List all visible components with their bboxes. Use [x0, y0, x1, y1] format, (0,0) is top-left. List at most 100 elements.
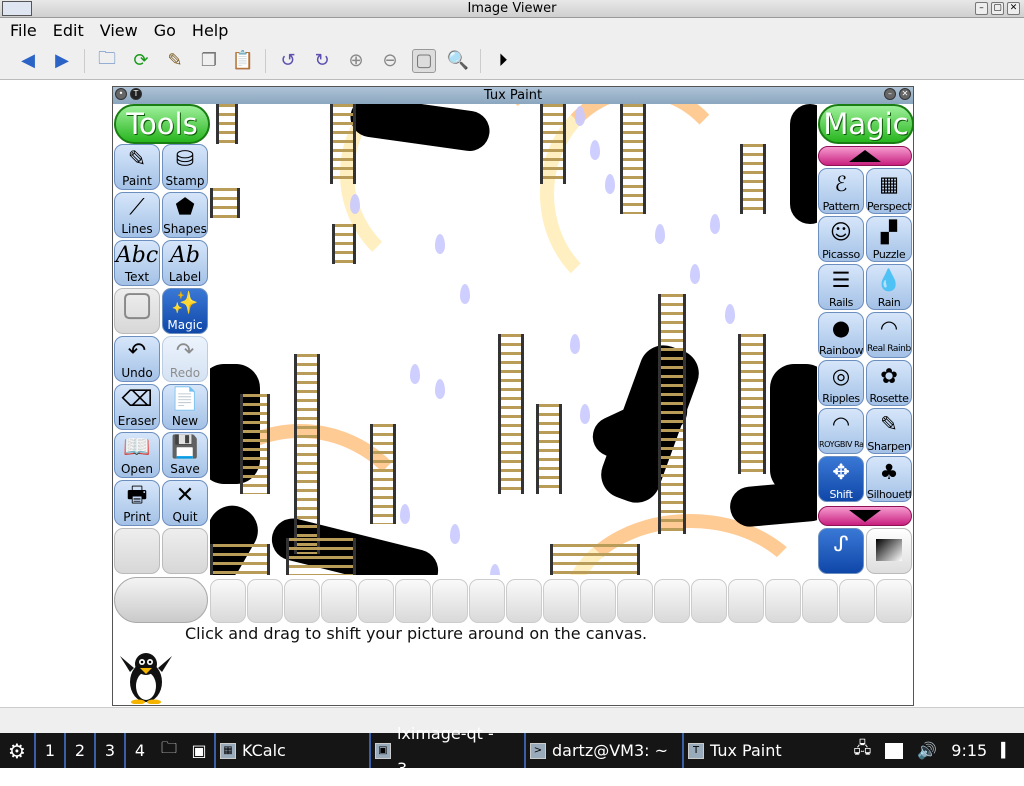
zoom-original-icon[interactable]: 🔍: [446, 49, 470, 73]
maximize-button[interactable]: ▢: [991, 2, 1004, 15]
magic-rain: 💧 Rain: [866, 264, 912, 310]
magic-ripples: ◎ Ripples: [818, 360, 864, 406]
tool-redo: ↷ Redo: [162, 336, 208, 382]
tuxpaint-icon: T: [688, 742, 704, 759]
workspace-2[interactable]: 2: [64, 733, 94, 768]
volume-icon[interactable]: 🔊: [917, 741, 937, 760]
color-swatch: [654, 579, 690, 623]
menubar: File Edit View Go Help: [0, 18, 1024, 42]
paste-icon[interactable]: 📋: [231, 49, 255, 73]
magic-label: Pattern: [822, 200, 860, 213]
color-swatch: [691, 579, 727, 623]
task-kcalc[interactable]: ▦ KCalc: [214, 733, 369, 768]
back-arrow-icon[interactable]: ◀: [16, 49, 40, 73]
tuxpaint-close-icon: ✕: [899, 88, 911, 100]
task-terminal[interactable]: > dartz@VM3: ~: [524, 733, 682, 768]
silhouette-tree-icon: ♣: [879, 460, 899, 484]
rail-track: [332, 224, 356, 264]
color-swatch: [432, 579, 468, 623]
refresh-icon[interactable]: ⟳: [129, 49, 153, 73]
rail-track: [740, 144, 766, 214]
open-book-icon: 📖: [123, 435, 151, 460]
color-swatch: [839, 579, 875, 623]
magic-real-rainbow: ◠ Real Rainbow: [866, 312, 912, 358]
minimize-button[interactable]: –: [975, 2, 988, 15]
color-swatch: [210, 579, 246, 623]
quit-icon: ✕: [175, 483, 195, 508]
image-viewer-launcher-icon[interactable]: ▣: [184, 741, 214, 760]
file-manager-icon[interactable]: 🗀: [154, 737, 184, 764]
tool-text: Abc Text: [114, 240, 160, 286]
tool-new: 📄 New: [162, 384, 208, 430]
menu-edit[interactable]: Edit: [45, 21, 92, 40]
terminal-icon: >: [530, 742, 546, 759]
menu-help[interactable]: Help: [184, 21, 236, 40]
rain-drop: [570, 334, 580, 354]
forward-arrow-icon[interactable]: ▶: [50, 49, 74, 73]
close-button[interactable]: ✕: [1007, 2, 1020, 15]
undo-icon: ↶: [127, 339, 147, 364]
toolbar-separator: [265, 48, 266, 73]
tool-label: New: [171, 414, 199, 428]
color-swatch: [617, 579, 653, 623]
tuxpaint-minimize-icon: –: [884, 88, 896, 100]
color-swatch: [802, 579, 838, 623]
rail-track: [738, 334, 766, 474]
calculator-icon: ▦: [220, 742, 236, 759]
rain-drop: [725, 304, 735, 324]
menu-file[interactable]: File: [2, 21, 45, 40]
show-desktop-icon[interactable]: ▍: [1001, 743, 1012, 759]
tool-stamp: ⛁ Stamp: [162, 144, 208, 190]
rain-drop: [460, 284, 470, 304]
slideshow-play-icon[interactable]: ⏵: [491, 49, 515, 73]
workspace-3[interactable]: 3: [94, 733, 124, 768]
magic-mode-paint: ᔑ: [818, 528, 864, 574]
color-palette: [114, 577, 912, 625]
rail-track: [540, 104, 566, 184]
rain-drop: [435, 234, 445, 254]
real-rainbow-icon: ◠: [879, 316, 899, 340]
rail-track: [658, 294, 686, 534]
magic-label: Rain: [877, 296, 901, 309]
workspace-4[interactable]: 4: [124, 733, 154, 768]
magic-paint-mode-icon: ᔑ: [833, 532, 849, 556]
magic-picasso: ☺ Picasso: [818, 216, 864, 262]
menu-go[interactable]: Go: [146, 21, 184, 40]
tuxpaint-title: Tux Paint: [483, 88, 543, 103]
copy-icon[interactable]: ❐: [197, 49, 221, 73]
task-lximage[interactable]: ▣ lximage-qt - 3...: [369, 724, 524, 778]
label-icon: Ab: [170, 243, 200, 268]
zoom-in-icon[interactable]: ⊕: [344, 49, 368, 73]
rainbow-icon: ●: [831, 316, 851, 340]
zoom-out-icon[interactable]: ⊖: [378, 49, 402, 73]
magic-label: Picasso: [822, 248, 860, 261]
rain-drop: [655, 224, 665, 244]
menu-view[interactable]: View: [92, 21, 146, 40]
edit-icon[interactable]: ✎: [163, 49, 187, 73]
start-menu-icon[interactable]: ⚙: [0, 739, 34, 763]
window-menu-icon[interactable]: [2, 1, 32, 16]
perspective-icon: ▦: [879, 172, 899, 196]
task-tuxpaint[interactable]: T Tux Paint: [682, 733, 832, 768]
image-icon: ▣: [375, 742, 391, 759]
clock[interactable]: 9:15: [951, 741, 987, 760]
rain-drop: [580, 404, 590, 424]
tool-quit: ✕ Quit: [162, 480, 208, 526]
rail-track: [370, 424, 396, 524]
workspace-1[interactable]: 1: [34, 733, 64, 768]
rotate-cw-icon[interactable]: ↻: [310, 49, 334, 73]
rain-icon: 💧: [875, 268, 903, 292]
rail-track: [550, 544, 640, 575]
rain-drop: [605, 174, 615, 194]
magic-pattern: ℰ Pattern: [818, 168, 864, 214]
rain-drop: [690, 264, 700, 284]
rotate-ccw-icon[interactable]: ↺: [276, 49, 300, 73]
color-swatch: [580, 579, 616, 623]
fit-window-icon[interactable]: ▢: [412, 48, 436, 73]
clipboard-icon[interactable]: [885, 742, 904, 759]
network-icon[interactable]: 🖧: [854, 737, 872, 764]
arrow-up-icon: [849, 150, 881, 162]
open-folder-icon[interactable]: 🗀: [95, 48, 119, 73]
color-swatch: [728, 579, 764, 623]
color-swatch: [469, 579, 505, 623]
